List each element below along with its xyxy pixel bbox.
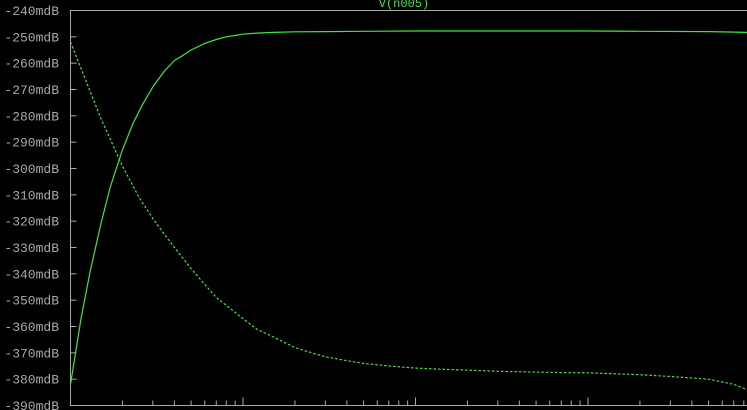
y-tick-label: -300mdB xyxy=(4,162,59,177)
y-tick-label: -360mdB xyxy=(4,320,59,335)
y-tick-label: -340mdB xyxy=(4,267,59,282)
y-tick-label: -310mdB xyxy=(4,188,59,203)
y-tick-label: -280mdB xyxy=(4,109,59,124)
y-tick-label: -370mdB xyxy=(4,346,59,361)
trace-title[interactable]: V(n005) xyxy=(379,0,429,11)
y-tick-label: -330mdB xyxy=(4,241,59,256)
y-tick-label: -270mdB xyxy=(4,83,59,98)
y-tick-label: -350mdB xyxy=(4,294,59,309)
y-tick-label: -240mdB xyxy=(4,4,59,19)
plot-background xyxy=(0,0,747,410)
y-tick-label: -290mdB xyxy=(4,136,59,151)
y-tick-label: -320mdB xyxy=(4,215,59,230)
waveform-plot[interactable]: -240mdB -250mdB -260mdB -270mdB -280mdB -290m… xyxy=(0,0,747,410)
y-tick-label: -380mdB xyxy=(4,373,59,388)
y-tick-label: -390mdB xyxy=(4,399,59,410)
y-tick-label: -260mdB xyxy=(4,57,59,72)
y-tick-label: -250mdB xyxy=(4,30,59,45)
